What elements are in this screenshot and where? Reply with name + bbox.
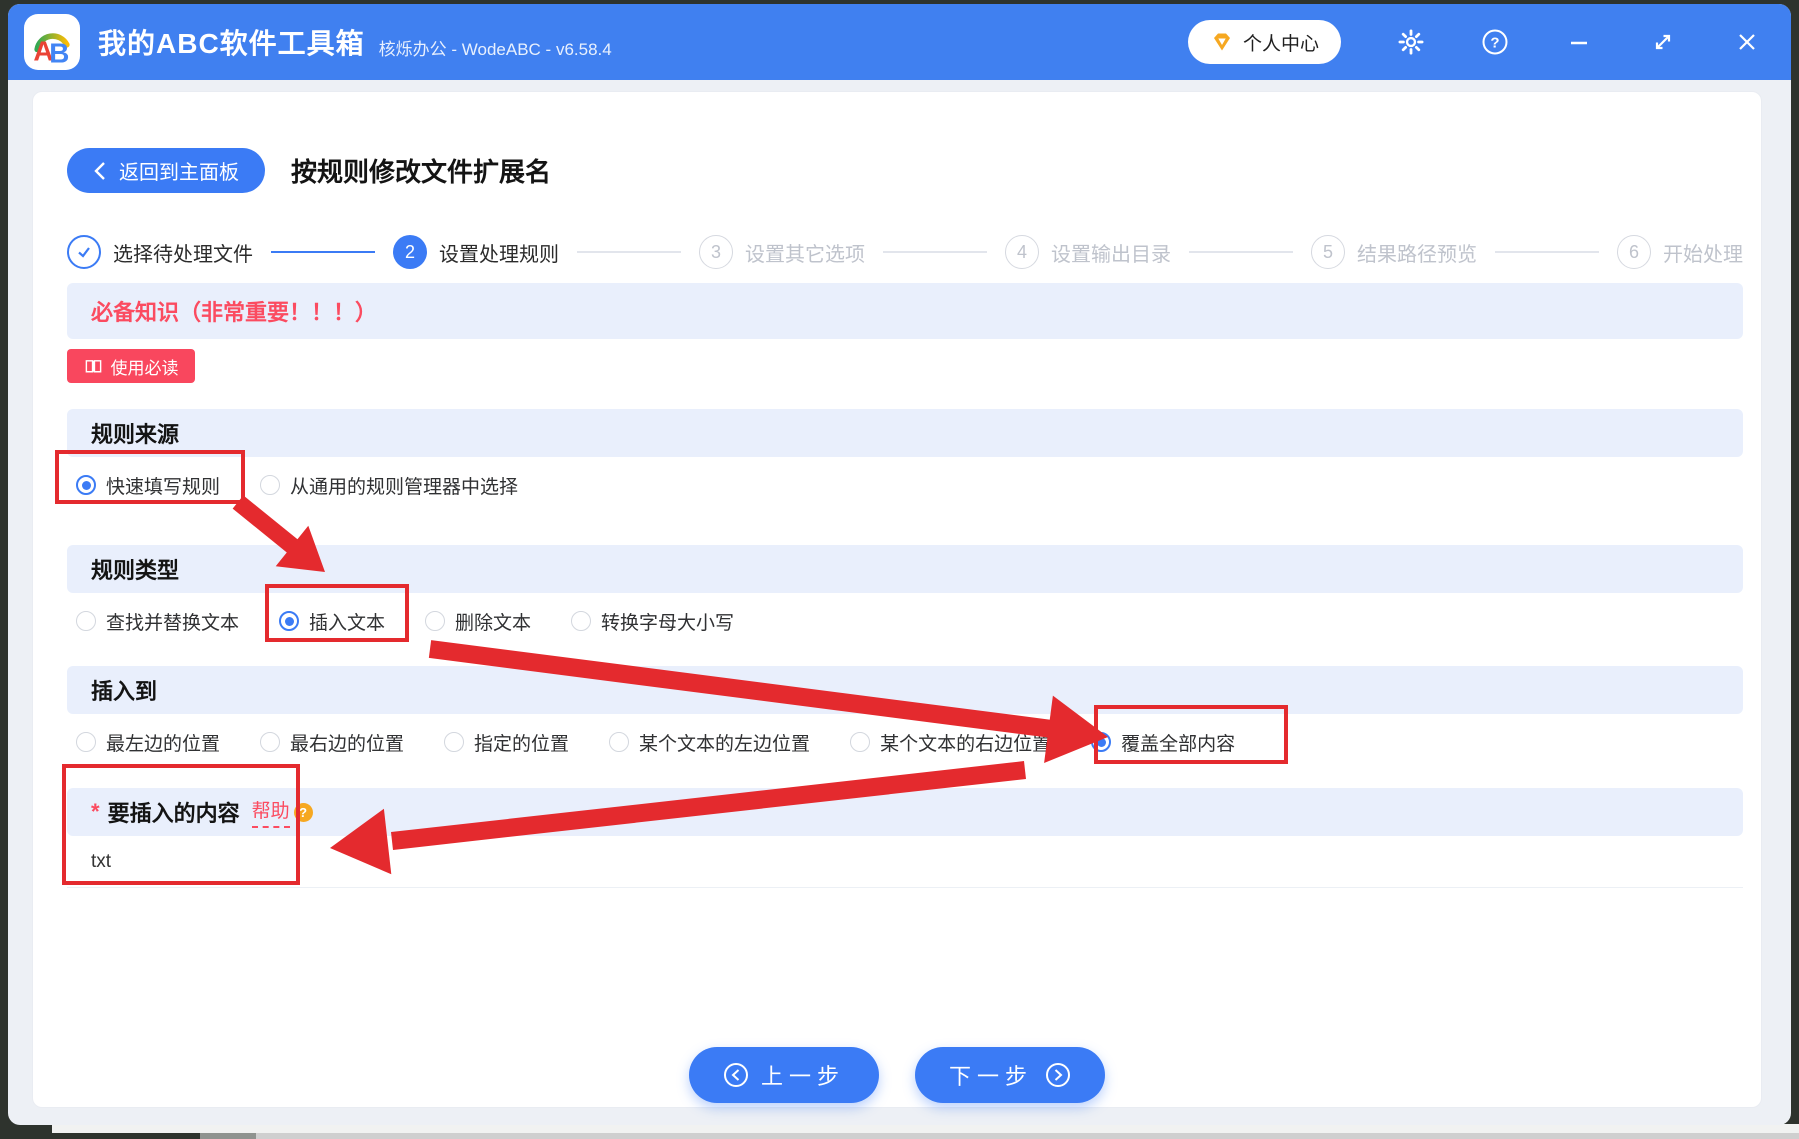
radio-icon[interactable] [76,732,96,752]
svg-text:?: ? [1490,35,1499,52]
step-6-start: 6 开始处理 [1617,235,1743,269]
section-insert-to-header: 插入到 [67,666,1743,714]
option-leftmost-position[interactable]: 最左边的位置 [76,729,220,756]
gear-icon [1398,29,1424,55]
user-center-label: 个人中心 [1242,33,1319,55]
wizard-stepper: 选择待处理文件 2 设置处理规则 3 设置其它选项 4 设置输出目录 5 结果路… [67,235,1743,269]
step-connector [1495,251,1599,253]
option-find-replace-text[interactable]: 查找并替换文本 [76,608,239,635]
required-asterisk: * [91,799,100,824]
step-5-result-preview: 5 结果路径预览 [1311,235,1477,269]
minimize-button[interactable] [1565,28,1593,56]
radio-selected-icon[interactable] [1091,732,1112,752]
app-version-text: 核烁办公 - WodeABC - v6.58.4 [378,39,612,59]
svg-text:B: B [49,37,69,68]
radio-icon[interactable] [444,732,465,752]
option-delete-text[interactable]: 删除文本 [425,608,531,635]
must-read-label: 使用必读 [110,358,179,378]
section-rule-type-header: 规则类型 [67,545,1743,593]
option-right-of-text[interactable]: 某个文本的右边位置 [850,729,1051,756]
step-connector [1189,251,1293,253]
option-left-of-text[interactable]: 某个文本的左边位置 [609,729,810,756]
minimize-icon [1571,41,1587,45]
rule-type-options: 查找并替换文本 插入文本 删除文本 转换字母大小写 [67,593,1743,649]
prev-step-button[interactable]: 上一步 [688,1047,879,1103]
maximize-button[interactable] [1649,28,1677,56]
help-button[interactable]: ? [1481,28,1509,56]
insert-to-options: 最左边的位置 最右边的位置 指定的位置 某个文本的左边位置 某个文本的右边位置 [67,714,1743,770]
section-insert-content-header: * 要插入的内容 帮助 ? [67,788,1743,836]
app-window: A B 我的ABC软件工具箱 核烁办公 - WodeABC - v6.58.4 … [8,4,1791,1125]
step-3-other-options: 3 设置其它选项 [699,235,865,269]
circle-chevron-left-icon [723,1063,748,1087]
close-icon [1739,34,1755,50]
question-badge-icon[interactable]: ? [293,802,313,822]
section-rule-source-header: 规则来源 [67,409,1743,457]
step-4-output-dir: 4 设置输出目录 [1005,235,1171,269]
radio-icon[interactable] [260,475,281,495]
insert-content-input-row [67,836,1743,888]
titlebar: A B 我的ABC软件工具箱 核烁办公 - WodeABC - v6.58.4 … [8,4,1791,80]
option-rightmost-position[interactable]: 最右边的位置 [260,729,404,756]
app-title: 我的ABC软件工具箱 [98,28,365,59]
rule-source-options: 快速填写规则 从通用的规则管理器中选择 [67,457,1743,513]
radio-icon[interactable] [571,611,592,631]
radio-icon[interactable] [260,732,281,752]
option-quick-fill-rule[interactable]: 快速填写规则 [76,472,220,499]
step-done-check-icon [67,235,101,269]
step-connector [883,251,987,253]
help-icon: ? [1482,29,1508,55]
back-to-main-button[interactable]: 返回到主面板 [67,148,265,193]
next-step-button[interactable]: 下一步 [915,1047,1106,1103]
radio-icon[interactable] [850,732,871,752]
desktop-strip [52,1124,1799,1133]
option-overwrite-all[interactable]: 覆盖全部内容 [1091,729,1235,756]
step-connector [577,251,681,253]
option-specified-position[interactable]: 指定的位置 [444,729,569,756]
option-insert-text[interactable]: 插入文本 [279,608,385,635]
book-icon [85,359,101,372]
insert-content-input[interactable] [67,836,1743,887]
app-logo: A B [24,14,80,70]
desktop-strip [200,1133,1799,1139]
radio-icon[interactable] [425,611,446,631]
wizard-footer: 上一步 下一步 [33,1045,1761,1105]
page-title: 按规则修改文件扩展名 [291,157,552,187]
must-read-button[interactable]: 使用必读 [67,349,195,383]
radio-selected-icon[interactable] [76,475,96,495]
step-1-select-files: 选择待处理文件 [67,235,253,269]
abc-logo-icon: A B [33,33,70,68]
settings-button[interactable] [1397,28,1425,56]
user-center-button[interactable]: 个人中心 [1187,20,1341,64]
radio-icon[interactable] [76,611,96,631]
step-connector [271,251,375,253]
radio-selected-icon[interactable] [279,611,300,631]
circle-chevron-right-icon [1046,1063,1071,1087]
desktop-strip [200,1133,256,1139]
notice-band: 必备知识（非常重要！！！） [67,283,1743,339]
main-card: 返回到主面板 按规则修改文件扩展名 选择待处理文件 2 设置处理规则 3 设置其… [32,91,1762,1108]
option-from-rule-manager[interactable]: 从通用的规则管理器中选择 [260,472,518,499]
maximize-icon [1655,34,1671,50]
close-button[interactable] [1733,28,1761,56]
notice-title: 必备知识（非常重要！！！） [91,300,378,325]
option-convert-case[interactable]: 转换字母大小写 [571,608,734,635]
vip-badge-icon [1213,33,1230,51]
step-2-set-rules: 2 设置处理规则 [393,235,559,269]
back-button-label: 返回到主面板 [119,162,239,184]
chevron-left-icon [94,161,105,180]
help-link[interactable]: 帮助 [251,796,290,828]
radio-icon[interactable] [609,732,630,752]
insert-content-title: 要插入的内容 [107,801,240,826]
